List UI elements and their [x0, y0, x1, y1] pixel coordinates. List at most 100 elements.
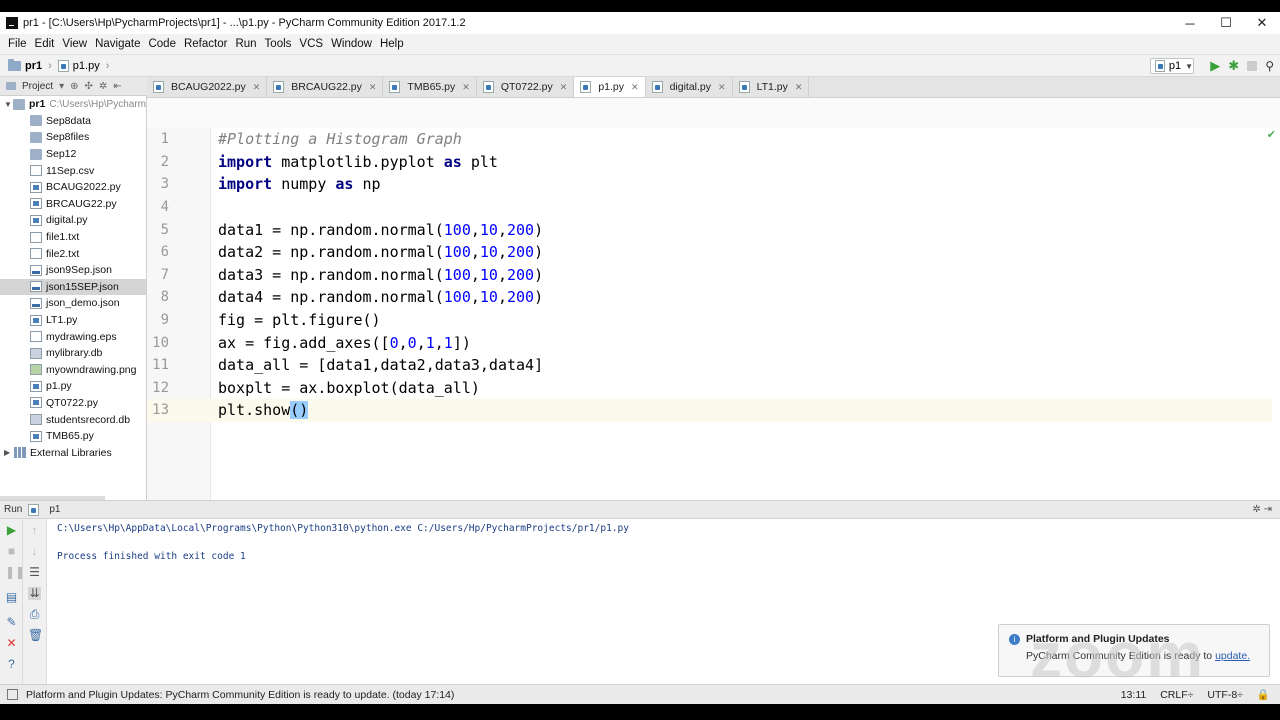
- close-icon[interactable]: ✕: [718, 82, 726, 93]
- tree-item[interactable]: TMB65.py: [0, 428, 146, 445]
- tree-item[interactable]: mydrawing.eps: [0, 328, 146, 345]
- tree-root[interactable]: ▼ pr1 C:\Users\Hp\Pycharm: [0, 96, 146, 113]
- code-line-current[interactable]: 13 plt.show(): [147, 399, 1272, 422]
- menu-view[interactable]: View: [58, 38, 91, 50]
- menu-tools[interactable]: Tools: [261, 38, 296, 50]
- layout-icon[interactable]: ▤: [5, 591, 18, 604]
- code-line[interactable]: 8 data4 = np.random.normal(100,10,200): [147, 286, 1272, 309]
- line-separator[interactable]: CRLF÷: [1160, 689, 1193, 701]
- code-line[interactable]: 2 import matplotlib.pyplot as plt: [147, 151, 1272, 174]
- close-icon[interactable]: ✕: [560, 82, 568, 93]
- close-icon[interactable]: ✕: [253, 82, 261, 93]
- editor-tab[interactable]: p1.py ✕: [574, 77, 646, 97]
- editor-tab[interactable]: TMB65.py ✕: [383, 77, 477, 97]
- trash-icon[interactable]: 🗑: [28, 629, 43, 642]
- run-icon[interactable]: ▶: [1210, 58, 1220, 74]
- tree-item[interactable]: studentsrecord.db: [0, 411, 146, 428]
- code-line[interactable]: 6 data2 = np.random.normal(100,10,200): [147, 241, 1272, 264]
- maximize-button[interactable]: ☐: [1208, 12, 1244, 34]
- print-icon[interactable]: ⎙: [28, 608, 41, 621]
- code-line[interactable]: 5 data1 = np.random.normal(100,10,200): [147, 218, 1272, 241]
- chevron-down-icon[interactable]: ▾: [59, 81, 64, 92]
- tree-item[interactable]: file2.txt: [0, 245, 146, 262]
- soft-wrap-icon[interactable]: ☰: [28, 566, 41, 579]
- tool-windows-icon[interactable]: [7, 689, 18, 700]
- tree-item[interactable]: LT1.py: [0, 312, 146, 329]
- editor-tab[interactable]: BCAUG2022.py ✕: [147, 77, 268, 97]
- rerun-icon[interactable]: ▶: [5, 524, 18, 537]
- editor-tab[interactable]: digital.py ✕: [646, 77, 733, 97]
- close-button[interactable]: ✕: [1244, 12, 1280, 34]
- status-message[interactable]: Platform and Plugin Updates: PyCharm Com…: [26, 689, 454, 701]
- tree-item[interactable]: json9Sep.json: [0, 262, 146, 279]
- tree-item[interactable]: p1.py: [0, 378, 146, 395]
- menu-help[interactable]: Help: [376, 38, 408, 50]
- tree-item[interactable]: json_demo.json: [0, 295, 146, 312]
- menu-vcs[interactable]: VCS: [295, 38, 327, 50]
- gear-icon[interactable]: ✲ ⇥: [1252, 504, 1272, 515]
- tree-item[interactable]: json15SEP.json: [0, 278, 146, 296]
- sync-icon[interactable]: ⊕: [70, 81, 78, 92]
- run-panel-label[interactable]: Run: [4, 504, 22, 515]
- tree-item[interactable]: QT0722.py: [0, 395, 146, 412]
- run-panel-config[interactable]: p1: [49, 504, 60, 515]
- menu-run[interactable]: Run: [231, 38, 260, 50]
- tree-item[interactable]: BRCAUG22.py: [0, 196, 146, 213]
- tree-item[interactable]: mylibrary.db: [0, 345, 146, 362]
- editor-tab[interactable]: QT0722.py ✕: [477, 77, 575, 97]
- search-icon[interactable]: ⚲: [1265, 59, 1274, 73]
- tree-external-libraries[interactable]: ▶ External Libraries: [0, 444, 146, 461]
- pin-icon[interactable]: ✎: [5, 616, 18, 629]
- editor-tab[interactable]: BRCAUG22.py ✕: [267, 77, 384, 97]
- minimize-button[interactable]: ─: [1172, 12, 1208, 34]
- hide-icon[interactable]: ⇤: [113, 81, 121, 92]
- menu-edit[interactable]: Edit: [31, 38, 59, 50]
- tree-item[interactable]: 11Sep.csv: [0, 162, 146, 179]
- update-link[interactable]: update.: [1215, 650, 1250, 662]
- tree-item[interactable]: Sep8data: [0, 113, 146, 130]
- code-line[interactable]: 11 data_all = [data1,data2,data3,data4]: [147, 354, 1272, 377]
- menu-refactor[interactable]: Refactor: [180, 38, 231, 50]
- tree-item[interactable]: BCAUG2022.py: [0, 179, 146, 196]
- close-icon[interactable]: ✕: [631, 82, 639, 93]
- project-panel-label[interactable]: Project: [22, 81, 53, 92]
- close-icon[interactable]: ✕: [462, 82, 470, 93]
- code-line[interactable]: 4: [147, 196, 1272, 219]
- caret-position[interactable]: 13:11: [1121, 689, 1147, 701]
- close-icon[interactable]: ✕: [5, 637, 18, 650]
- code-line[interactable]: 1 #Plotting a Histogram Graph: [147, 128, 1272, 151]
- gear-icon[interactable]: ✲: [99, 81, 107, 92]
- tree-item[interactable]: digital.py: [0, 212, 146, 229]
- code-line[interactable]: 7 data3 = np.random.normal(100,10,200): [147, 264, 1272, 287]
- tree-item[interactable]: Sep12: [0, 146, 146, 163]
- menu-window[interactable]: Window: [327, 38, 376, 50]
- run-config-select[interactable]: p1 ▼: [1150, 58, 1194, 74]
- tree-item[interactable]: myowndrawing.png: [0, 362, 146, 379]
- tree-item[interactable]: Sep8files: [0, 129, 146, 146]
- menu-navigate[interactable]: Navigate: [91, 38, 144, 50]
- debug-icon[interactable]: ✱: [1228, 58, 1239, 74]
- code-line[interactable]: 10 ax = fig.add_axes([0,0,1,1]): [147, 331, 1272, 354]
- lock-icon[interactable]: 🔒: [1257, 688, 1270, 701]
- breadcrumb-file[interactable]: p1.py: [73, 60, 100, 72]
- menu-file[interactable]: File: [4, 38, 31, 50]
- stop-icon[interactable]: ■: [5, 545, 18, 558]
- close-icon[interactable]: ✕: [795, 82, 803, 93]
- code-editor[interactable]: ✔ 1 #Plotting a Histogram Graph 2 import…: [147, 98, 1280, 500]
- code-line[interactable]: 3 import numpy as np: [147, 173, 1272, 196]
- close-icon[interactable]: ✕: [369, 82, 377, 93]
- collapse-icon[interactable]: ✣: [85, 81, 93, 92]
- stop-icon[interactable]: [1247, 61, 1258, 71]
- arrow-up-icon[interactable]: ↑: [28, 524, 41, 537]
- file-encoding[interactable]: UTF-8÷: [1207, 689, 1243, 701]
- code-line[interactable]: 9 fig = plt.figure(): [147, 309, 1272, 332]
- breadcrumb-project[interactable]: pr1: [25, 60, 42, 72]
- editor-tab[interactable]: LT1.py ✕: [733, 77, 810, 97]
- code-line[interactable]: 12 boxplt = ax.boxplot(data_all): [147, 377, 1272, 400]
- arrow-down-icon[interactable]: ↓: [28, 545, 41, 558]
- scroll-to-end-icon[interactable]: ⇊: [28, 587, 41, 600]
- pause-icon[interactable]: ❚❚: [5, 566, 25, 579]
- help-icon[interactable]: ?: [5, 658, 18, 671]
- menu-code[interactable]: Code: [144, 38, 180, 50]
- tree-item[interactable]: file1.txt: [0, 229, 146, 246]
